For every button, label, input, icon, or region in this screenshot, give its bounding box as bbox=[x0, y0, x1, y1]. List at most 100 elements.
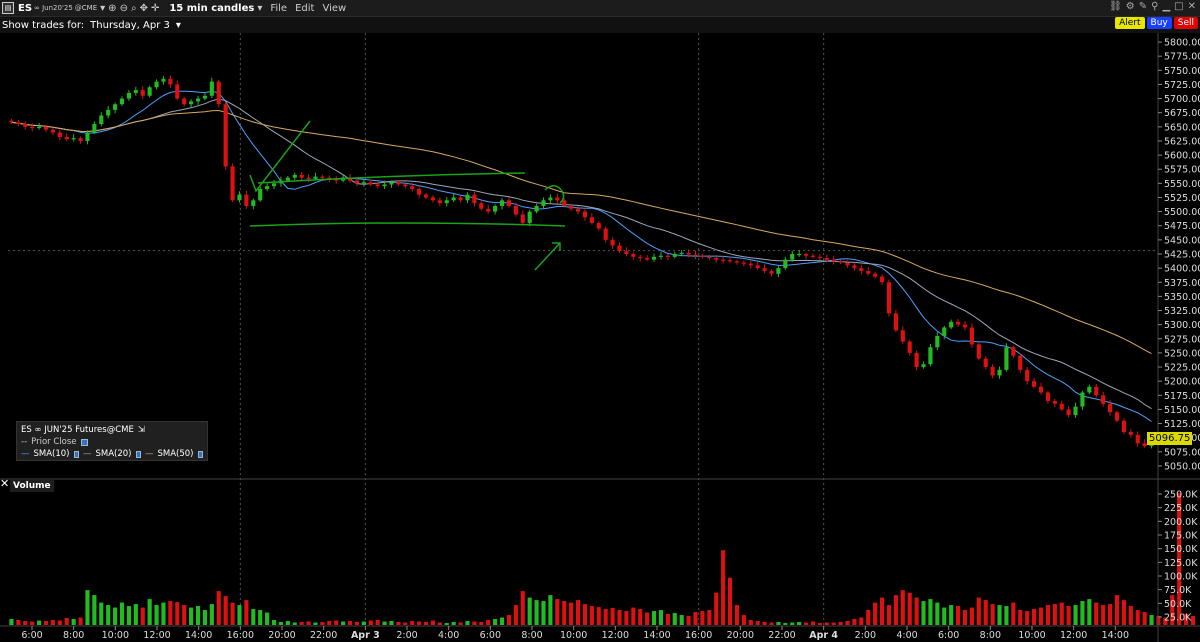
settings-icon[interactable]: ⚙ bbox=[1126, 1, 1135, 12]
candle-body bbox=[769, 270, 774, 274]
volume-bar bbox=[1032, 609, 1037, 625]
volume-tick-label: 125.0K bbox=[1164, 558, 1198, 569]
menu-file[interactable]: File bbox=[270, 3, 287, 14]
sma50-checkbox[interactable] bbox=[197, 450, 203, 458]
volume-panel-title: Volume bbox=[10, 480, 54, 492]
show-trades-dropdown[interactable]: Thursday, Apr 3 bbox=[90, 20, 170, 31]
contract-label[interactable]: ∞ Jun20'25 bbox=[34, 4, 73, 12]
candle-body bbox=[686, 252, 691, 255]
sell-button[interactable]: Sell bbox=[1173, 17, 1198, 29]
minimize-icon[interactable]: ▁ bbox=[1162, 1, 1170, 12]
pin-icon[interactable]: ⚲ bbox=[1151, 1, 1158, 12]
alert-button[interactable]: Alert bbox=[1115, 17, 1145, 29]
candle-body bbox=[1121, 420, 1126, 433]
candle-body bbox=[797, 254, 802, 256]
price-tick-label: 5625.00 bbox=[1164, 136, 1200, 147]
pan-icon[interactable]: ✥ bbox=[140, 3, 148, 14]
prior-close-dash-icon: -- bbox=[21, 437, 28, 447]
time-tick-label: 8:00 bbox=[980, 630, 1001, 641]
menu-view[interactable]: View bbox=[322, 3, 346, 14]
candle-body bbox=[285, 177, 290, 181]
symbol-label[interactable]: ES bbox=[18, 3, 32, 14]
zoom-in-icon[interactable]: ⊕ bbox=[108, 3, 116, 14]
volume-bar bbox=[23, 621, 28, 625]
volume-bar bbox=[575, 600, 581, 625]
candle-body bbox=[50, 129, 55, 133]
candle-body bbox=[216, 81, 221, 105]
price-tick-label: 5700.00 bbox=[1164, 94, 1200, 105]
price-volume-chart[interactable]: 5800.00 5775.00 5750.00 5725.00 5700.00 5675.… bbox=[0, 33, 1200, 642]
volume-bar bbox=[292, 622, 297, 625]
bar-size-chevron-icon[interactable]: ▾ bbox=[257, 3, 262, 14]
candle-body bbox=[147, 87, 152, 96]
candle-body bbox=[873, 273, 878, 277]
drawing-icon[interactable]: ✎ bbox=[1139, 1, 1147, 12]
chart-background bbox=[0, 33, 1200, 642]
time-tick-label: 4:00 bbox=[896, 630, 917, 641]
volume-bar bbox=[244, 600, 249, 625]
time-tick-label: 16:00 bbox=[227, 630, 254, 641]
legend-expand-icon[interactable]: ⇲ bbox=[138, 424, 145, 436]
candle-body bbox=[444, 200, 449, 204]
chevron-down-icon[interactable]: ▾ bbox=[100, 3, 105, 14]
crosshair-icon[interactable]: ✛ bbox=[151, 3, 159, 14]
maximize-icon[interactable]: □ bbox=[1174, 1, 1183, 12]
bar-size-selector[interactable]: 15 min candles bbox=[169, 3, 254, 14]
zoom-out-icon[interactable]: ⊖ bbox=[120, 3, 128, 14]
candle-body bbox=[306, 177, 311, 179]
volume-bar bbox=[852, 619, 857, 625]
show-trades-label: Show trades for: bbox=[2, 19, 85, 31]
candle-body bbox=[879, 276, 885, 283]
close-icon[interactable]: ✕ bbox=[1188, 1, 1196, 12]
candle-body bbox=[368, 182, 373, 185]
link-icon[interactable]: ⛓ bbox=[1109, 1, 1122, 12]
candle-body bbox=[990, 367, 995, 376]
exchange-label[interactable]: @CME bbox=[75, 4, 97, 12]
trades-chevron-icon[interactable]: ▾ bbox=[176, 20, 181, 31]
time-tick-label: 22:00 bbox=[768, 630, 795, 641]
volume-bar bbox=[658, 610, 664, 625]
candle-body bbox=[1004, 347, 1009, 370]
volume-bar bbox=[1087, 599, 1092, 625]
volume-bar bbox=[92, 595, 97, 625]
candle-body bbox=[140, 90, 145, 96]
volume-bar bbox=[1135, 610, 1140, 625]
candle-body bbox=[119, 98, 125, 105]
sma20-checkbox[interactable] bbox=[135, 450, 141, 458]
prior-close-checkbox[interactable] bbox=[80, 438, 88, 446]
candle-body bbox=[859, 268, 864, 271]
volume-bar bbox=[949, 605, 954, 625]
candle-body bbox=[113, 104, 118, 110]
candle-body bbox=[382, 184, 387, 187]
volume-bar bbox=[451, 622, 456, 625]
candle-body bbox=[1135, 434, 1140, 444]
candle-body bbox=[43, 126, 49, 130]
price-tick-label: 5575.00 bbox=[1164, 165, 1200, 176]
close-volume-panel-icon[interactable]: ✕ bbox=[0, 477, 9, 490]
candle-body bbox=[700, 255, 705, 257]
candle-body bbox=[437, 200, 442, 204]
volume-bar bbox=[161, 602, 166, 625]
app-logo-icon: ▤ bbox=[2, 2, 14, 14]
volume-bar bbox=[582, 604, 588, 625]
menu-edit[interactable]: Edit bbox=[295, 3, 314, 14]
candle-body bbox=[907, 341, 912, 353]
volume-bar bbox=[1025, 611, 1030, 625]
candle-body bbox=[983, 358, 988, 368]
volume-bar bbox=[734, 605, 740, 625]
volume-bar bbox=[417, 621, 422, 625]
candle-body bbox=[900, 330, 905, 342]
sma10-checkbox[interactable] bbox=[73, 450, 79, 458]
volume-bar bbox=[472, 621, 477, 625]
volume-bar bbox=[603, 609, 608, 625]
magnifier-icon[interactable]: ⌕ bbox=[131, 3, 137, 14]
volume-bar bbox=[223, 596, 228, 625]
volume-bar bbox=[631, 607, 636, 625]
volume-bar bbox=[57, 620, 62, 625]
candle-body bbox=[499, 200, 505, 206]
volume-bar bbox=[810, 621, 816, 625]
candle-body bbox=[85, 132, 90, 141]
candle-body bbox=[23, 124, 28, 127]
volume-bar bbox=[686, 616, 691, 625]
buy-button[interactable]: Buy bbox=[1146, 17, 1172, 29]
